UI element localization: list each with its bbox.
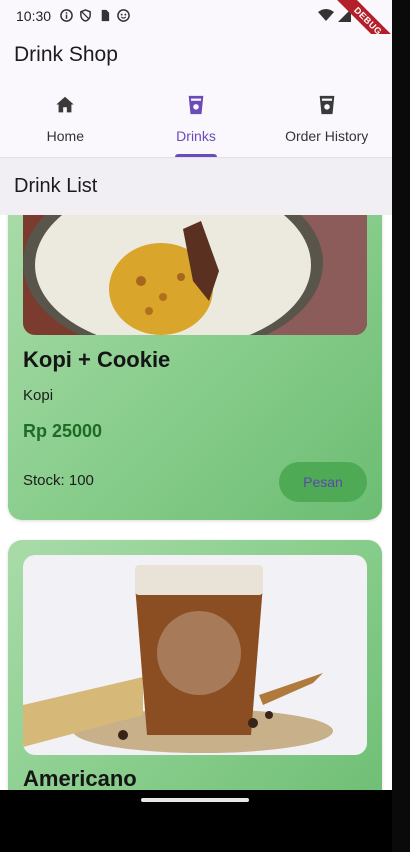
device-bezel: [392, 0, 410, 852]
product-image: [23, 215, 367, 335]
wifi-icon: [318, 9, 334, 21]
drink-card[interactable]: Kopi + Cookie Kopi Rp 25000 Stock: 100 P…: [8, 215, 382, 520]
active-tab-indicator: [175, 154, 217, 157]
app-bar: Drink Shop: [0, 34, 392, 80]
iced-coffee-photo: [23, 555, 367, 755]
tab-drinks[interactable]: Drinks: [131, 80, 262, 157]
product-category: Kopi: [23, 387, 54, 404]
tab-order-history[interactable]: Order History: [261, 80, 392, 157]
tab-home[interactable]: Home: [0, 80, 131, 157]
sim-card-icon: [101, 9, 110, 22]
status-bar: 10:30: [0, 0, 392, 34]
order-button[interactable]: Pesan: [279, 462, 367, 502]
shield-icon: [80, 9, 91, 22]
cup-icon: [319, 95, 335, 115]
app-title: Drink Shop: [14, 43, 118, 66]
product-price: Rp 25000: [23, 421, 103, 441]
cup-icon: [188, 95, 204, 115]
product-image: [23, 555, 367, 755]
product-name: Kopi + Cookie: [23, 347, 171, 372]
cookie-plate-photo: [23, 215, 367, 335]
section-title: Drink List: [14, 175, 98, 197]
section-header: Drink List: [0, 158, 392, 215]
status-time: 10:30: [16, 8, 52, 24]
phone-screen: 10:30 DEBUG Drink Shop Home Drinks Order: [0, 0, 392, 852]
face-icon: [117, 9, 130, 22]
tab-order-history-label: Order History: [285, 128, 369, 144]
tab-drinks-label: Drinks: [176, 128, 216, 144]
notification-icons: [60, 9, 130, 22]
tab-home-label: Home: [46, 128, 85, 144]
drink-list[interactable]: Kopi + Cookie Kopi Rp 25000 Stock: 100 P…: [0, 215, 392, 790]
info-icon: [60, 9, 73, 22]
product-name: Americano: [23, 766, 137, 790]
drink-card[interactable]: Americano: [8, 540, 382, 790]
product-stock: Stock: 100: [23, 472, 94, 489]
system-icons: [318, 9, 351, 22]
tab-bar: Home Drinks Order History: [0, 80, 392, 158]
home-indicator[interactable]: [141, 798, 249, 802]
home-icon: [56, 96, 75, 113]
